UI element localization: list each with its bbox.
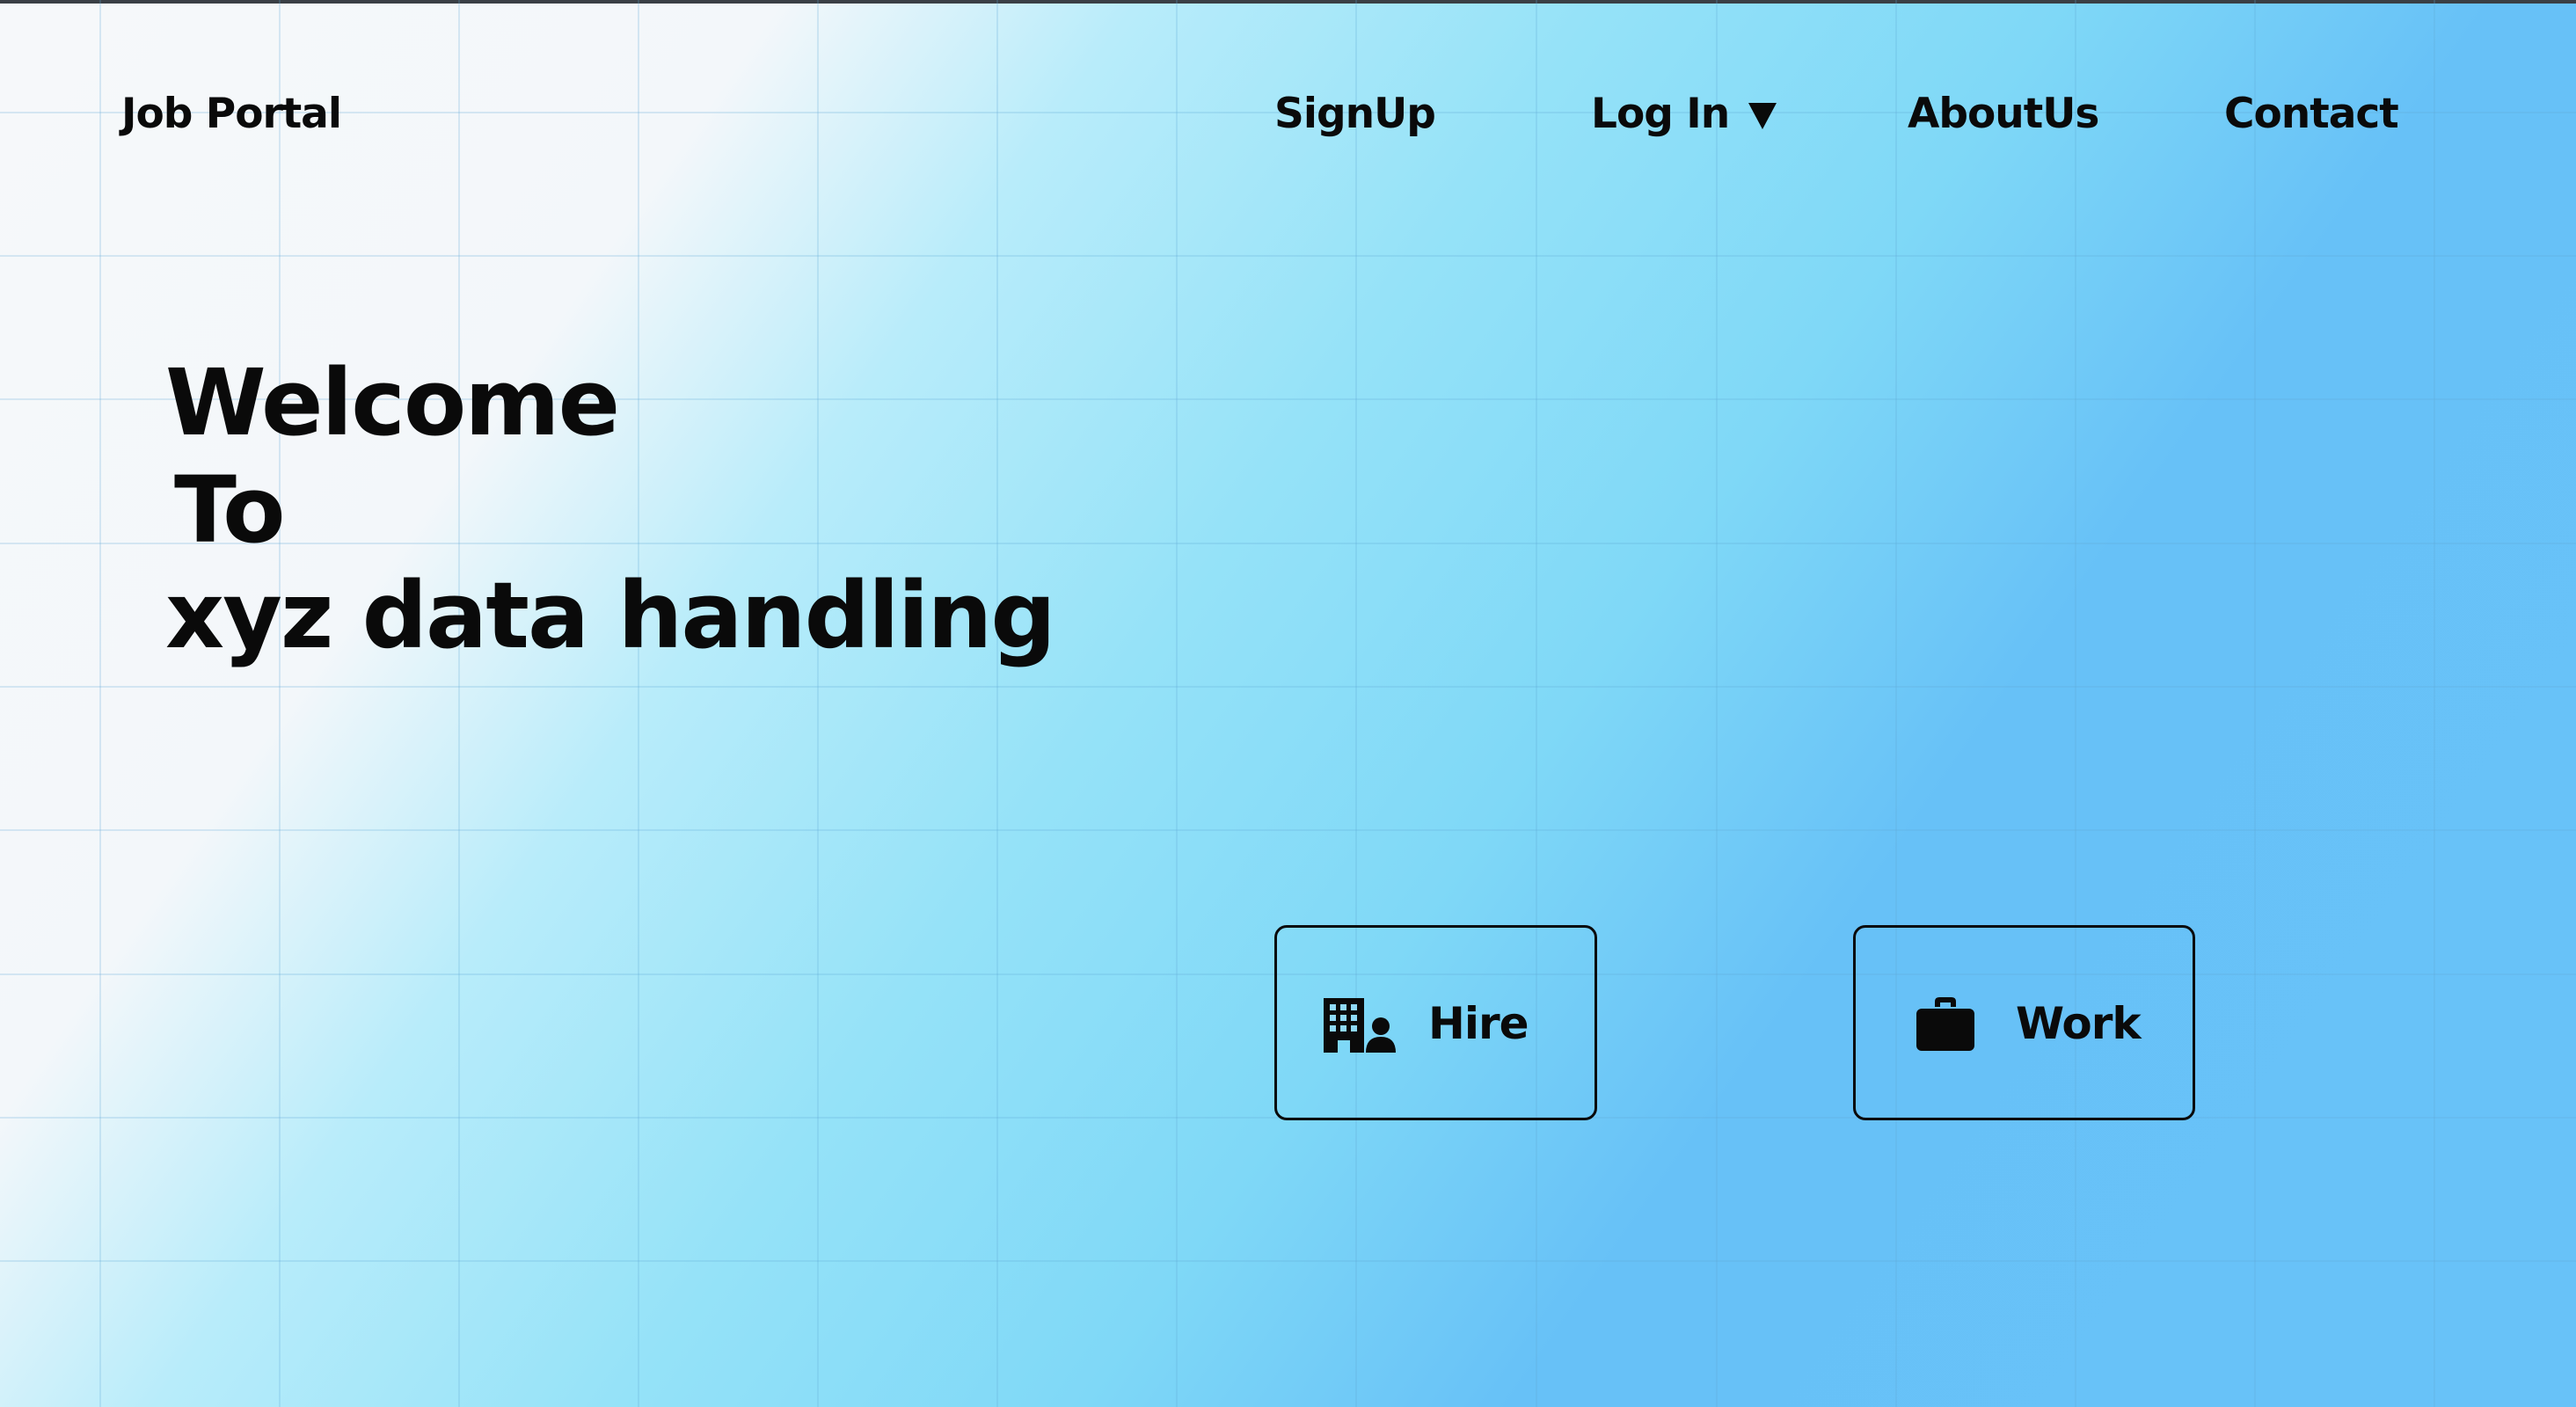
hero-line-to: To — [174, 456, 286, 564]
background-grid — [0, 0, 2576, 1407]
work-label: Work — [2016, 998, 2142, 1049]
hero-line-company: xyz data handling — [165, 562, 1056, 669]
building-person-icon — [1324, 998, 1396, 1053]
hire-label: Hire — [1428, 998, 1529, 1049]
nav-contact-link[interactable]: Contact — [2224, 90, 2399, 138]
caret-down-icon — [1748, 102, 1777, 129]
nav-login-label: Log In — [1591, 90, 1730, 138]
work-button[interactable]: Work — [1853, 925, 2195, 1120]
nav-signup-link[interactable]: SignUp — [1274, 90, 1436, 138]
hero-line-welcome: Welcome — [165, 349, 620, 456]
nav-aboutus-link[interactable]: AboutUs — [1908, 90, 2099, 138]
briefcase-icon — [1916, 997, 1974, 1051]
hire-button[interactable]: Hire — [1274, 925, 1597, 1120]
nav-login-dropdown[interactable]: Log In — [1591, 90, 1777, 138]
window-top-border — [0, 0, 2576, 4]
site-logo[interactable]: Job Portal — [121, 90, 342, 138]
